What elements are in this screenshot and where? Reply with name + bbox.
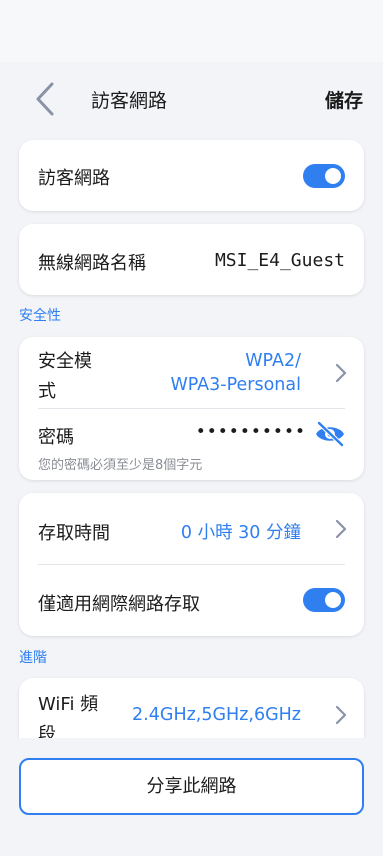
access-time-row[interactable]: 存取時間 0 小時 30 分鐘 (19, 493, 364, 564)
toggle-knob (325, 168, 341, 184)
chevron-right-icon (335, 519, 347, 539)
access-card: 存取時間 0 小時 30 分鐘 僅適用網際網路存取 (19, 493, 364, 636)
password-hint: 您的密碼必須至少是8個字元 (38, 458, 203, 473)
internet-only-label: 僅適用網際網路存取 (38, 594, 200, 615)
header: 訪客網路 儲存 (0, 62, 383, 138)
save-button[interactable]: 儲存 (325, 86, 363, 113)
scroll-clip: WiFi 頻 段 2.4GHz,5GHz,6GHz (0, 675, 383, 738)
security-mode-value-line2: WPA3-Personal (170, 375, 301, 395)
wifi-band-label-line1: WiFi 頻 (38, 694, 99, 715)
status-bar-area (0, 0, 383, 62)
wifi-band-card[interactable]: WiFi 頻 段 2.4GHz,5GHz,6GHz (19, 678, 364, 738)
chevron-right-icon (335, 363, 347, 383)
password-field[interactable]: •••••••••• (196, 422, 306, 442)
password-label: 密碼 (38, 427, 74, 448)
internet-only-row: 僅適用網際網路存取 (19, 565, 364, 636)
security-section-label: 安全性 (19, 308, 61, 324)
back-button[interactable] (28, 80, 62, 118)
guest-network-label: 訪客網路 (38, 168, 110, 189)
access-time-label: 存取時間 (38, 523, 110, 544)
security-mode-label-line2: 式 (38, 381, 56, 402)
page-title: 訪客網路 (91, 90, 168, 112)
toggle-knob (325, 592, 341, 608)
chevron-right-icon (335, 705, 347, 725)
security-mode-label-line1: 安全模 (38, 351, 92, 372)
security-mode-value-line1: WPA2/ (245, 351, 301, 371)
ssid-value: MSI_E4_Guest (214, 250, 345, 271)
wifi-band-label-line2: 段 (38, 724, 56, 738)
ssid-card[interactable]: 無線網路名稱 MSI_E4_Guest (19, 224, 364, 295)
eye-off-icon[interactable] (314, 421, 346, 447)
advanced-section-label: 進階 (19, 650, 47, 666)
chevron-left-icon (36, 82, 54, 116)
guest-network-toggle[interactable] (303, 164, 345, 188)
wifi-band-value: 2.4GHz,5GHz,6GHz (132, 705, 301, 725)
access-time-value: 0 小時 30 分鐘 (180, 523, 301, 543)
ssid-label: 無線網路名稱 (38, 253, 146, 274)
security-card: 安全模 式 WPA2/ WPA3-Personal 密碼 •••••••••• … (19, 337, 364, 480)
share-network-button[interactable]: 分享此網路 (19, 758, 364, 815)
security-mode-row[interactable]: 安全模 式 WPA2/ WPA3-Personal (19, 337, 364, 408)
password-row: 密碼 •••••••••• 您的密碼必須至少是8個字元 (19, 409, 364, 480)
internet-only-toggle[interactable] (303, 588, 345, 612)
guest-network-card: 訪客網路 (19, 140, 364, 211)
